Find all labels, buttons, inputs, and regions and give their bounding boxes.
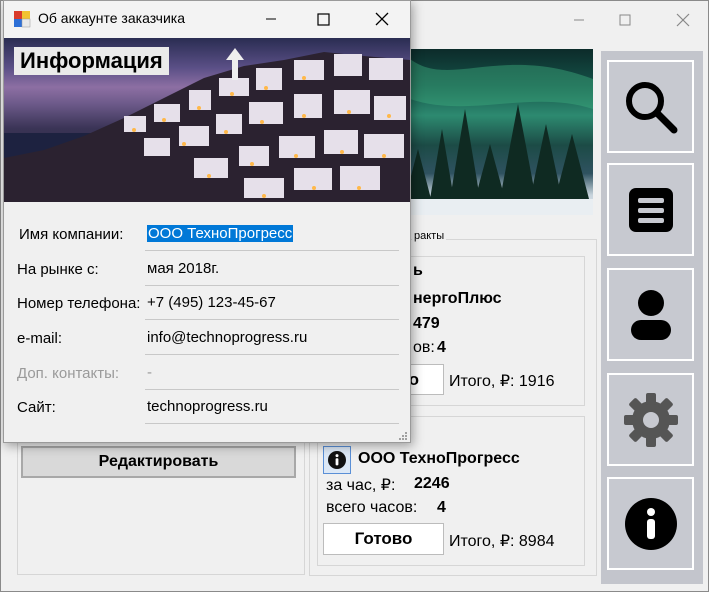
card-hours: 4 <box>437 339 446 356</box>
app-icon <box>14 11 31 28</box>
resize-grip-icon[interactable] <box>397 430 408 441</box>
done-button-label: Готово <box>354 529 413 548</box>
website-value: technoprogress.ru <box>147 398 268 415</box>
dialog-titlebar: Об аккаунте заказчика <box>4 1 410 38</box>
user-icon <box>630 289 671 340</box>
customer-account-dialog: Об аккаунте заказчика Информация Имя ком… <box>3 0 411 443</box>
dialog-minimize-button[interactable] <box>252 1 290 37</box>
card-rate-label: за час, ₽: <box>326 477 396 494</box>
close-icon <box>676 13 690 27</box>
info-icon <box>624 497 677 550</box>
minimize-icon <box>266 18 276 20</box>
done-button[interactable]: Готово <box>323 523 444 555</box>
info-icon <box>328 451 346 469</box>
maximize-icon <box>316 12 330 26</box>
card-total: Итого, ₽: 8984 <box>449 533 555 550</box>
maximize-icon <box>619 14 631 26</box>
card-title: ь <box>413 262 423 279</box>
aurora-picture <box>410 49 593 215</box>
search-button[interactable] <box>607 60 694 153</box>
website-label: Сайт: <box>17 399 56 416</box>
company-name-value: ООО ТехноПрогресс <box>147 225 294 242</box>
about-button[interactable] <box>607 477 694 570</box>
card-company: нергоПлюс <box>413 290 502 307</box>
banner-picture: Информация <box>4 38 410 202</box>
card-hours-label: всего часов: <box>326 499 418 516</box>
forest-image <box>410 59 593 215</box>
phone-field[interactable]: +7 (495) 123-45-67 <box>145 291 399 320</box>
extra-contacts-label: Доп. контакты: <box>17 365 120 382</box>
list-button[interactable] <box>607 163 694 256</box>
email-field[interactable]: info@technoprogress.ru <box>145 326 399 355</box>
market-since-field[interactable]: мая 2018г. <box>145 257 399 286</box>
dialog-maximize-button[interactable] <box>304 1 342 37</box>
close-icon <box>375 12 389 26</box>
extra-contacts-field[interactable]: - <box>145 361 399 390</box>
gear-icon <box>623 392 678 447</box>
website-field[interactable]: technoprogress.ru <box>145 395 399 424</box>
card-company: ООО ТехноПрогресс <box>358 450 520 467</box>
card-rate: 2246 <box>414 475 450 492</box>
card-hours: 4 <box>437 499 446 516</box>
edit-button-label: Редактировать <box>98 453 219 470</box>
minimize-icon <box>574 19 584 21</box>
card-total: Итого, ₽: 1916 <box>449 373 555 390</box>
user-button[interactable] <box>607 268 694 361</box>
market-since-value: мая 2018г. <box>147 260 220 277</box>
settings-button[interactable] <box>607 373 694 466</box>
dialog-close-button[interactable] <box>362 1 402 37</box>
phone-value: +7 (495) 123-45-67 <box>147 294 276 311</box>
company-name-label: Имя компании: <box>19 226 124 243</box>
list-icon <box>628 187 673 232</box>
close-button[interactable] <box>660 1 706 39</box>
contracts-group-title: ракты <box>412 230 447 242</box>
market-since-label: На рынке с: <box>17 261 99 278</box>
card-rate: 479 <box>413 315 440 332</box>
card-hours-label: ов: <box>413 339 435 356</box>
search-icon <box>625 81 677 133</box>
extra-contacts-value: - <box>147 364 152 381</box>
email-value: info@technoprogress.ru <box>147 329 308 346</box>
email-label: e-mail: <box>17 330 63 347</box>
dialog-title: Об аккаунте заказчика <box>38 10 185 26</box>
company-name-field[interactable]: ООО ТехноПрогресс <box>145 222 399 251</box>
edit-button[interactable]: Редактировать <box>21 446 296 478</box>
minimize-button[interactable] <box>556 1 602 39</box>
maximize-button[interactable] <box>602 1 648 39</box>
sidebar <box>601 51 703 584</box>
phone-label: Номер телефона: <box>17 295 141 312</box>
banner-title: Информация <box>14 47 169 75</box>
customer-info-button[interactable] <box>323 446 351 474</box>
